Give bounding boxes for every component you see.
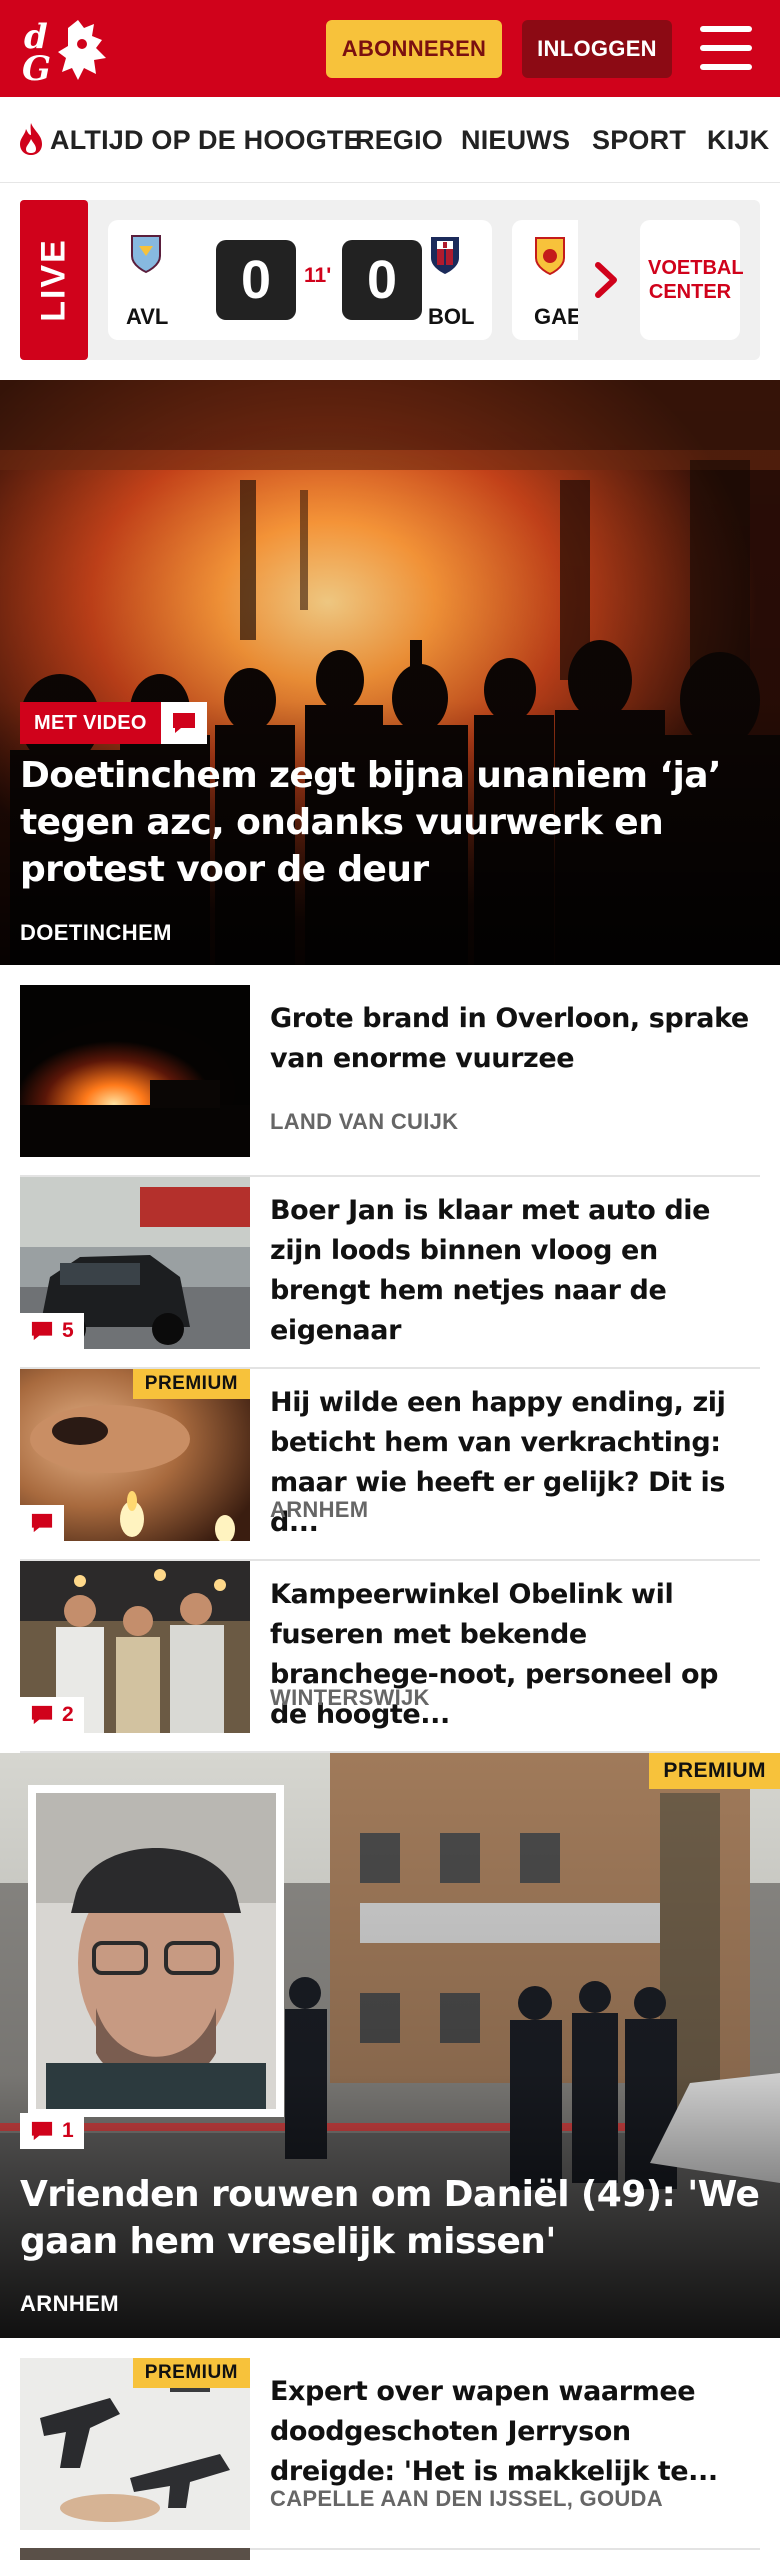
- feature-article[interactable]: PREMIUM 1 Vrienden rouwen om Daniël (49)…: [0, 1753, 780, 2338]
- home-team-abbr: AVL: [126, 304, 169, 329]
- feature-title[interactable]: Vrienden rouwen om Daniël (49): 'We gaan…: [20, 2171, 760, 2265]
- dg-logo[interactable]: d G: [22, 14, 118, 86]
- comment-icon: [31, 1321, 53, 1341]
- hero-title[interactable]: Doetinchem zegt bijna unaniem ‘ja’ tegen…: [20, 752, 750, 893]
- home-score: 0: [216, 240, 296, 320]
- comment-icon: [31, 1705, 53, 1725]
- nav-item-kijk[interactable]: KIJK: [707, 125, 769, 156]
- comment-count[interactable]: 1: [20, 2113, 84, 2149]
- comment-count[interactable]: [20, 1505, 64, 1541]
- flame-icon: [20, 123, 42, 155]
- article-title[interactable]: Boer Jan is klaar met auto die zijn lood…: [270, 1191, 750, 1351]
- article-item[interactable]: 5 Boer Jan is klaar met auto die zijn lo…: [20, 1177, 760, 1369]
- article-item[interactable]: PREMIUM Expert over wapen waarmee doodge…: [20, 2358, 760, 2550]
- go-ahead-eagles-crest-icon: [535, 237, 565, 276]
- article-thumbnail: 2: [20, 1561, 250, 1733]
- nav-item-sport[interactable]: SPORT: [592, 125, 686, 156]
- match-minute: 11': [304, 264, 332, 287]
- comment-icon: [172, 713, 195, 733]
- live-scores-strip: LIVE AVL 0 11' 0 BOL GAE VOETBAL CENTER: [20, 200, 760, 360]
- article-thumbnail: PREMIUM: [20, 2358, 250, 2530]
- article-thumbnail: [20, 985, 250, 1157]
- article-location: WINTERSWIJK: [270, 1685, 430, 1710]
- subscribe-button[interactable]: ABONNEREN: [326, 20, 502, 78]
- comment-icon: [31, 2121, 53, 2141]
- nav-item-nieuws[interactable]: NIEUWS: [461, 125, 570, 156]
- login-button[interactable]: INLOGGEN: [522, 20, 672, 78]
- away-score: 0: [342, 240, 422, 320]
- video-badge: MET VIDEO: [20, 702, 207, 744]
- article-title[interactable]: Expert over wapen waarmee doodgeschoten …: [270, 2372, 750, 2492]
- aston-villa-crest-icon: [131, 235, 161, 274]
- live-tag: LIVE: [20, 200, 88, 360]
- article-location: ARNHEM: [270, 1497, 369, 1522]
- comment-count[interactable]: 5: [20, 1313, 84, 1349]
- main-nav: ALTIJD OP DE HOOGTE REGIO NIEUWS SPORT K…: [0, 97, 780, 183]
- svg-text:G: G: [22, 49, 51, 86]
- next-article-thumbnail-peek: [20, 2548, 250, 2560]
- premium-badge: PREMIUM: [132, 1369, 250, 1399]
- next-match-card[interactable]: GAE: [512, 220, 578, 340]
- away-team-abbr: BOL: [428, 304, 475, 329]
- article-item[interactable]: 2 Kampeerwinkel Obelink wil fuseren met …: [20, 1561, 760, 1753]
- bologna-crest-icon: [431, 237, 459, 274]
- article-title[interactable]: Kampeerwinkel Obelink wil fuseren met be…: [270, 1575, 750, 1735]
- menu-icon[interactable]: [700, 26, 752, 70]
- nav-item-regio[interactable]: REGIO: [355, 125, 443, 156]
- article-location: LAND VAN CUIJK: [270, 1109, 459, 1134]
- article-location: CAPELLE AAN DEN IJSSEL, GOUDA: [270, 2486, 663, 2511]
- top-bar: d G ABONNEREN INLOGGEN: [0, 0, 780, 97]
- article-item[interactable]: Grote brand in Overloon, sprake van enor…: [20, 985, 760, 1177]
- article-thumbnail: PREMIUM: [20, 1369, 250, 1541]
- comment-icon: [31, 1513, 53, 1533]
- voetbal-center-button[interactable]: VOETBAL CENTER: [640, 220, 744, 340]
- article-title[interactable]: Grote brand in Overloon, sprake van enor…: [270, 999, 750, 1079]
- premium-badge: PREMIUM: [132, 2358, 250, 2388]
- hero-location: DOETINCHEM: [20, 920, 172, 945]
- article-thumbnail: 5: [20, 1177, 250, 1349]
- hero-article[interactable]: MET VIDEO Doetinchem zegt bijna unaniem …: [0, 380, 780, 965]
- chevron-right-icon[interactable]: [586, 255, 626, 305]
- premium-badge: PREMIUM: [649, 1753, 780, 1789]
- nav-item-altijd-op-de-hoogte[interactable]: ALTIJD OP DE HOOGTE: [50, 125, 362, 156]
- live-match-card[interactable]: AVL 0 11' 0 BOL: [108, 220, 492, 340]
- next-team-abbr: GAE: [534, 304, 578, 329]
- article-item[interactable]: PREMIUM Hij wilde een happy ending, zij …: [20, 1369, 760, 1561]
- portrait-photo: [28, 1785, 284, 2117]
- comment-count[interactable]: 2: [20, 1697, 84, 1733]
- feature-location: ARNHEM: [20, 2291, 119, 2316]
